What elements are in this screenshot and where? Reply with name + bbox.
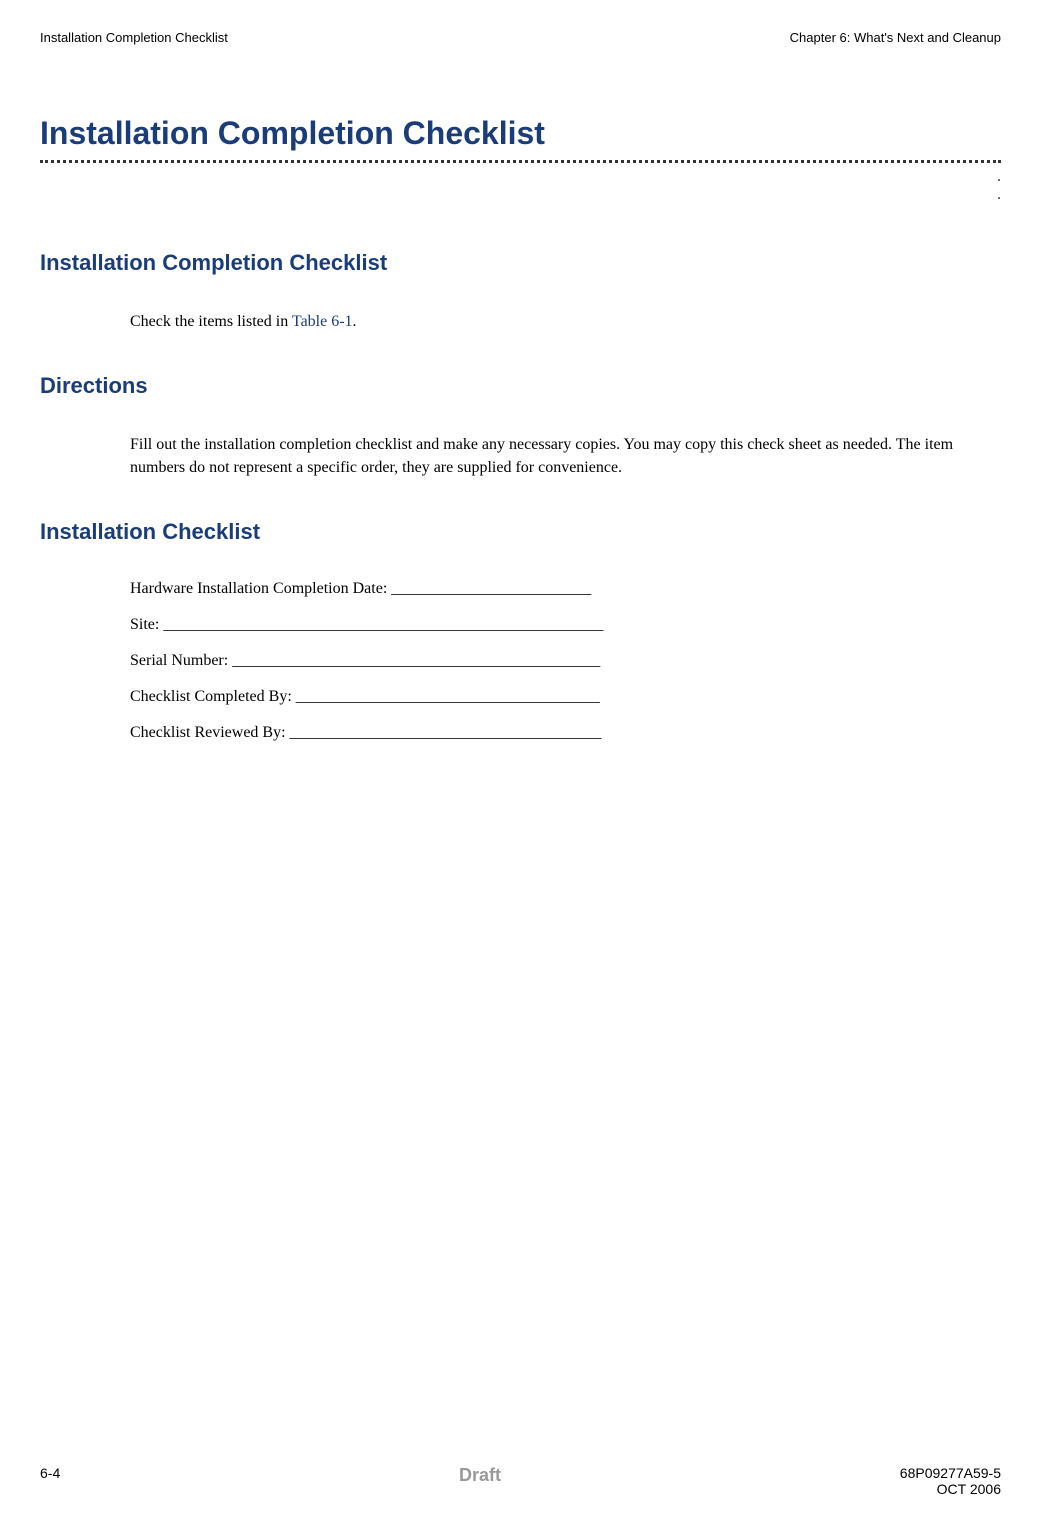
main-title: Installation Completion Checklist: [40, 115, 1001, 152]
dotted-line: [40, 160, 1001, 163]
footer-draft: Draft: [60, 1465, 900, 1486]
trailing-dots: . .: [997, 168, 1001, 204]
checklist-intro-text: Check the items listed in Table 6-1.: [130, 311, 1001, 333]
field-serial-number: Serial Number: _________________________…: [130, 652, 1001, 670]
page-footer: 6-4 Draft 68P09277A59-5 OCT 2006: [40, 1465, 1001, 1497]
dotted-separator: . .: [40, 160, 1001, 210]
section-heading-checklist: Installation Completion Checklist: [40, 250, 1001, 276]
table-6-1-link[interactable]: Table 6-1: [292, 313, 353, 330]
field-completed-by: Checklist Completed By: ________________…: [130, 688, 1001, 706]
page-header: Installation Completion Checklist Chapte…: [40, 30, 1001, 45]
text-suffix: .: [353, 313, 357, 330]
header-right: Chapter 6: What's Next and Cleanup: [790, 30, 1001, 45]
text-prefix: Check the items listed in: [130, 313, 292, 330]
field-site: Site: __________________________________…: [130, 616, 1001, 634]
field-hardware-date: Hardware Installation Completion Date: _…: [130, 580, 1001, 598]
header-left: Installation Completion Checklist: [40, 30, 228, 45]
footer-date: OCT 2006: [900, 1481, 1001, 1497]
footer-page-number: 6-4: [40, 1465, 60, 1481]
section-heading-directions: Directions: [40, 373, 1001, 399]
directions-text: Fill out the installation completion che…: [130, 434, 1001, 479]
section-heading-installation-checklist: Installation Checklist: [40, 519, 1001, 545]
footer-doc-number: 68P09277A59-5: [900, 1465, 1001, 1481]
field-reviewed-by: Checklist Reviewed By: _________________…: [130, 724, 1001, 742]
checklist-fields: Hardware Installation Completion Date: _…: [130, 580, 1001, 742]
